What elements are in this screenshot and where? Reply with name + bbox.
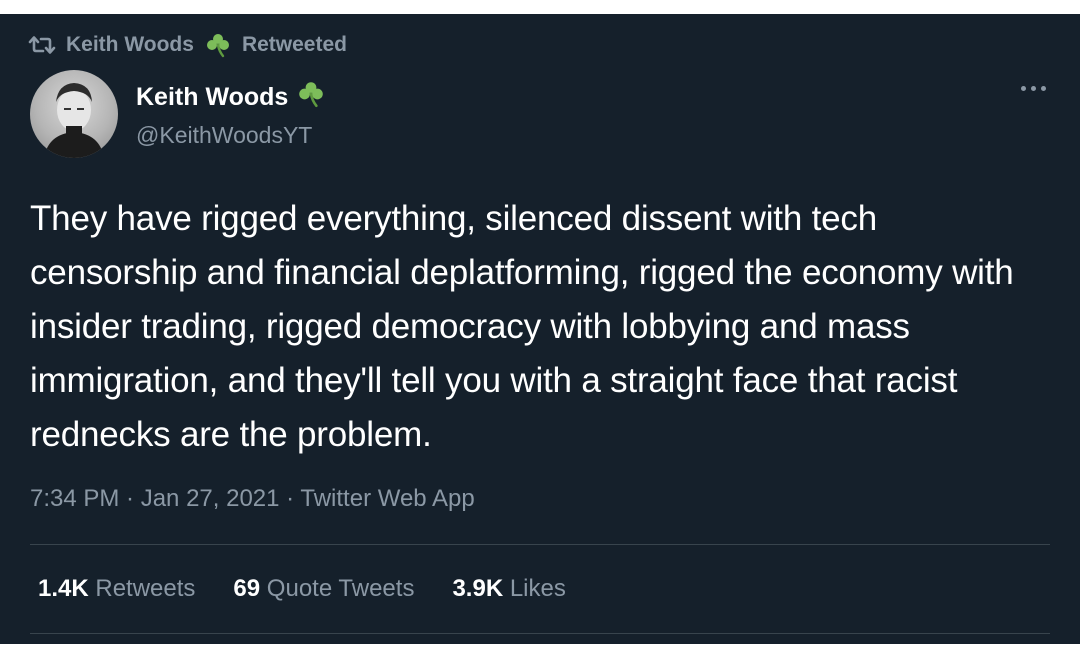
likes-stat[interactable]: 3.9K Likes <box>452 574 565 604</box>
author-handle[interactable]: @KeithWoodsYT <box>136 120 326 150</box>
author-display-name[interactable]: Keith Woods <box>136 82 288 112</box>
retweets-label: Retweets <box>95 575 196 602</box>
shamrock-icon <box>296 79 326 116</box>
more-options-icon[interactable] <box>1021 86 1046 91</box>
retweets-count: 1.4K <box>38 575 89 602</box>
likes-label: Likes <box>509 575 566 602</box>
avatar[interactable] <box>30 70 118 158</box>
retweet-banner[interactable]: Keith Woods Retweeted <box>28 28 347 62</box>
tweet-author[interactable]: Keith Woods @KeithWoodsYT <box>30 70 326 158</box>
likes-count: 3.9K <box>452 575 504 602</box>
retweets-stat[interactable]: 1.4K Retweets <box>38 574 195 604</box>
tweet-timestamp[interactable]: 7:34 PM · Jan 27, 2021 · Twitter Web App <box>30 484 475 514</box>
divider <box>30 633 1050 634</box>
quote-tweets-label: Quote Tweets <box>266 575 415 602</box>
retweet-icon <box>28 34 56 56</box>
engagement-stats: 1.4K Retweets 69 Quote Tweets 3.9K Likes <box>38 574 566 604</box>
quote-tweets-stat[interactable]: 69 Quote Tweets <box>233 574 414 604</box>
retweeter-name[interactable]: Keith Woods <box>66 33 194 57</box>
tweet-text: They have rigged everything, silenced di… <box>30 199 1014 454</box>
quote-tweets-count: 69 <box>233 575 261 602</box>
retweeted-label: Retweeted <box>241 33 347 56</box>
shamrock-icon <box>204 31 232 59</box>
divider <box>30 544 1050 545</box>
tweet-card: Keith Woods Retweeted Keith Woods @Keith… <box>0 14 1080 644</box>
